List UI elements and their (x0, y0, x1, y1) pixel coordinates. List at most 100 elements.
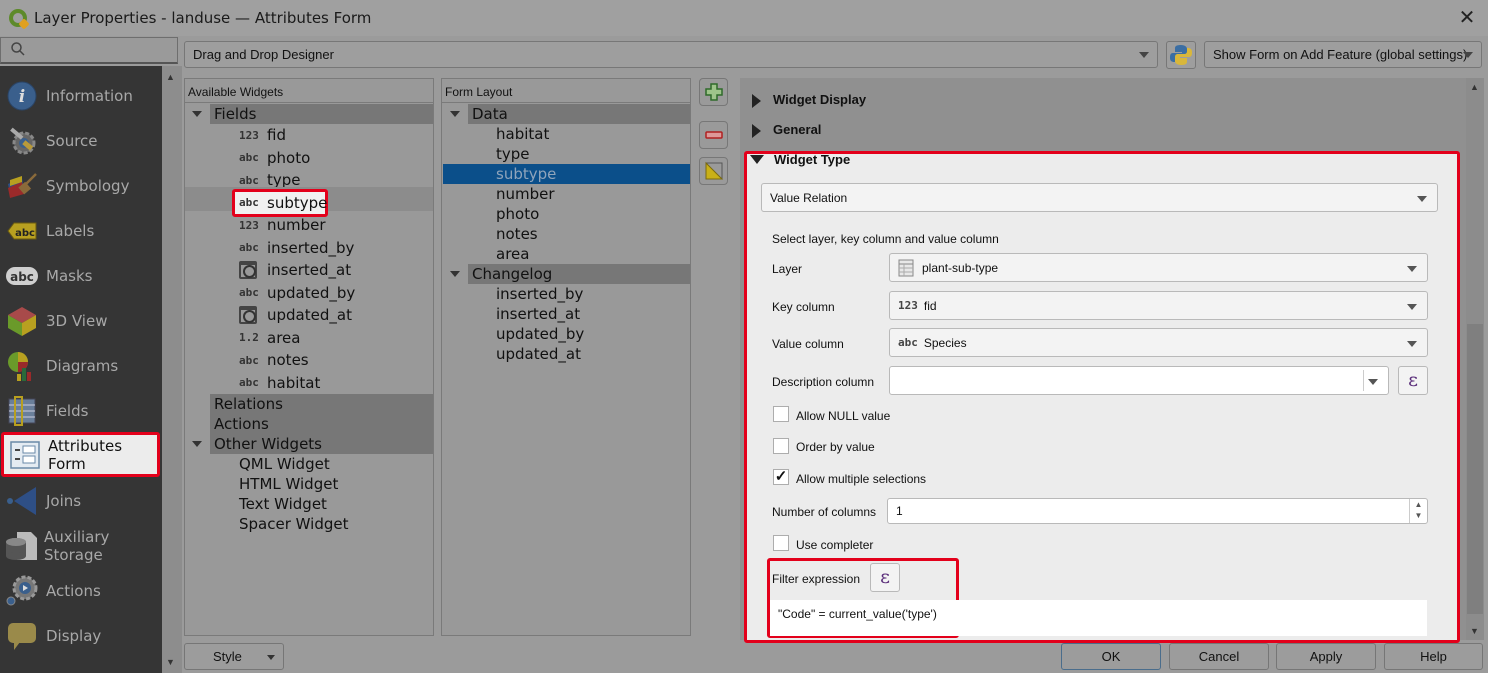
sidebar-item-3d-view[interactable]: 3D View (0, 298, 162, 343)
layout-item-updated-at[interactable]: updated_at (496, 344, 581, 364)
scroll-up-arrow-icon[interactable]: ▲ (1470, 82, 1479, 92)
sidebar-item-information[interactable]: i Information (0, 73, 162, 118)
section-widget-type[interactable]: Widget Type (750, 152, 850, 167)
sidebar-item-actions[interactable]: Actions (0, 568, 162, 613)
allow-multiple-checkbox[interactable]: ✓ (773, 469, 789, 485)
num-columns-spinbox[interactable]: 1 ▲ ▼ (887, 498, 1428, 524)
close-button[interactable]: ✕ (1455, 6, 1479, 30)
field-item-updated-at[interactable]: updated_at (239, 305, 352, 325)
value-column-select[interactable]: abc Species (889, 328, 1428, 357)
expand-arrow-icon[interactable] (450, 111, 460, 117)
sidebar-item-labels[interactable]: abc Labels (0, 208, 162, 253)
collapsed-arrow-icon (752, 123, 761, 138)
cancel-button[interactable]: Cancel (1169, 643, 1269, 670)
layout-item-type[interactable]: type (496, 144, 530, 164)
description-expression-button[interactable]: ε (1398, 366, 1428, 395)
style-menu-button[interactable]: Style (184, 643, 284, 670)
sidebar-item-display[interactable]: Display (0, 613, 162, 658)
remove-button[interactable] (699, 121, 728, 149)
information-icon: i (5, 79, 39, 113)
help-button[interactable]: Help (1384, 643, 1483, 670)
sidebar-item-label: Auxiliary Storage (44, 527, 110, 564)
layout-group-data[interactable]: Data (468, 104, 690, 124)
sidebar-item-symbology[interactable]: Symbology (0, 163, 162, 208)
field-item-inserted-at[interactable]: inserted_at (239, 260, 351, 280)
layout-item-area[interactable]: area (496, 244, 529, 264)
scroll-down-arrow-icon[interactable]: ▼ (1470, 626, 1479, 636)
python-init-button[interactable] (1166, 41, 1196, 69)
sidebar-item-masks[interactable]: abc Masks (0, 253, 162, 298)
layout-item-notes[interactable]: notes (496, 224, 538, 244)
expression-icon: ε (1408, 369, 1418, 391)
layout-item-subtype[interactable]: subtype (443, 164, 690, 184)
expression-icon: ε (880, 566, 890, 588)
layout-item-inserted-at[interactable]: inserted_at (496, 304, 580, 324)
layer-select[interactable]: plant-sub-type (889, 253, 1428, 282)
scroll-up-arrow-icon[interactable]: ▲ (166, 72, 175, 82)
field-item-number[interactable]: 123 number (239, 215, 326, 235)
other-widget-item[interactable]: Text Widget (239, 494, 327, 514)
show-form-select[interactable]: Show Form on Add Feature (global setting… (1204, 41, 1482, 68)
spin-arrows-icon[interactable]: ▲ ▼ (1409, 499, 1427, 523)
order-by-value-checkbox[interactable] (773, 438, 789, 454)
field-label: notes (267, 351, 309, 369)
section-widget-display[interactable]: Widget Display (752, 92, 866, 108)
ok-button[interactable]: OK (1061, 643, 1161, 670)
integer-type-icon: 123 (239, 218, 259, 232)
field-item-habitat[interactable]: abc habitat (239, 373, 320, 393)
scroll-down-arrow-icon[interactable]: ▼ (166, 657, 175, 667)
section-general[interactable]: General (752, 122, 821, 138)
field-item-updated-by[interactable]: abc updated_by (239, 283, 355, 303)
field-item-inserted-by[interactable]: abc inserted_by (239, 238, 354, 258)
filter-expression-button[interactable]: ε (870, 563, 900, 592)
layout-item-number[interactable]: number (496, 184, 555, 204)
search-input[interactable] (0, 37, 178, 64)
use-completer-checkbox[interactable] (773, 535, 789, 551)
filter-expression-editor[interactable]: "Code" = current_value('type') (770, 600, 1427, 636)
sidebar-item-fields[interactable]: Fields (0, 388, 162, 433)
layout-item-habitat[interactable]: habitat (496, 124, 549, 144)
field-item-subtype[interactable]: abc subtype (239, 193, 327, 213)
expand-arrow-icon[interactable] (192, 111, 202, 117)
sidebar-scrollbar[interactable]: ▲ ▼ (162, 66, 182, 673)
tree-group-actions[interactable]: Actions (210, 414, 433, 434)
field-item-notes[interactable]: abc notes (239, 350, 309, 370)
actions-icon (5, 574, 39, 608)
sidebar-item-auxiliary-storage[interactable]: Auxiliary Storage (0, 523, 162, 568)
scrollbar-thumb[interactable] (1467, 324, 1483, 614)
expand-arrow-icon[interactable] (192, 441, 202, 447)
sidebar-item-joins[interactable]: Joins (0, 478, 162, 523)
tree-group-fields[interactable]: Fields (210, 104, 433, 124)
layout-item-photo[interactable]: photo (496, 204, 539, 224)
designer-mode-select[interactable]: Drag and Drop Designer (184, 41, 1158, 68)
expand-arrow-icon[interactable] (450, 271, 460, 277)
other-widget-item[interactable]: Spacer Widget (239, 514, 348, 534)
widget-type-select[interactable]: Value Relation (761, 183, 1438, 212)
tree-group-other-widgets[interactable]: Other Widgets (210, 434, 433, 454)
add-container-button[interactable] (699, 78, 728, 106)
sidebar-item-attributes-form[interactable]: Attributes Form (1, 432, 160, 477)
apply-button[interactable]: Apply (1276, 643, 1376, 670)
collapsed-arrow-icon (752, 93, 761, 108)
properties-scrollbar[interactable]: ▲ ▼ (1466, 78, 1484, 640)
search-icon (11, 42, 25, 56)
3d-view-icon (5, 304, 39, 338)
key-column-select[interactable]: 123 fid (889, 291, 1428, 320)
field-label: updated_by (267, 283, 356, 302)
layout-item-updated-by[interactable]: updated_by (496, 324, 584, 344)
layout-group-changelog[interactable]: Changelog (468, 264, 690, 284)
invert-selection-button[interactable] (699, 157, 728, 185)
chevron-down-icon (1417, 196, 1427, 202)
other-widget-item[interactable]: HTML Widget (239, 474, 338, 494)
field-item-area[interactable]: 1.2 area (239, 328, 300, 348)
sidebar-item-source[interactable]: Source (0, 118, 162, 163)
sidebar-item-diagrams[interactable]: Diagrams (0, 343, 162, 388)
description-column-input[interactable] (889, 366, 1389, 395)
field-item-photo[interactable]: abc photo (239, 148, 310, 168)
python-icon (1170, 45, 1192, 65)
layout-item-inserted-by[interactable]: inserted_by (496, 284, 583, 304)
field-item-fid[interactable]: 123 fid (239, 125, 286, 145)
other-widget-item[interactable]: QML Widget (239, 454, 330, 474)
allow-null-checkbox[interactable] (773, 406, 789, 422)
tree-group-relations[interactable]: Relations (210, 394, 433, 414)
